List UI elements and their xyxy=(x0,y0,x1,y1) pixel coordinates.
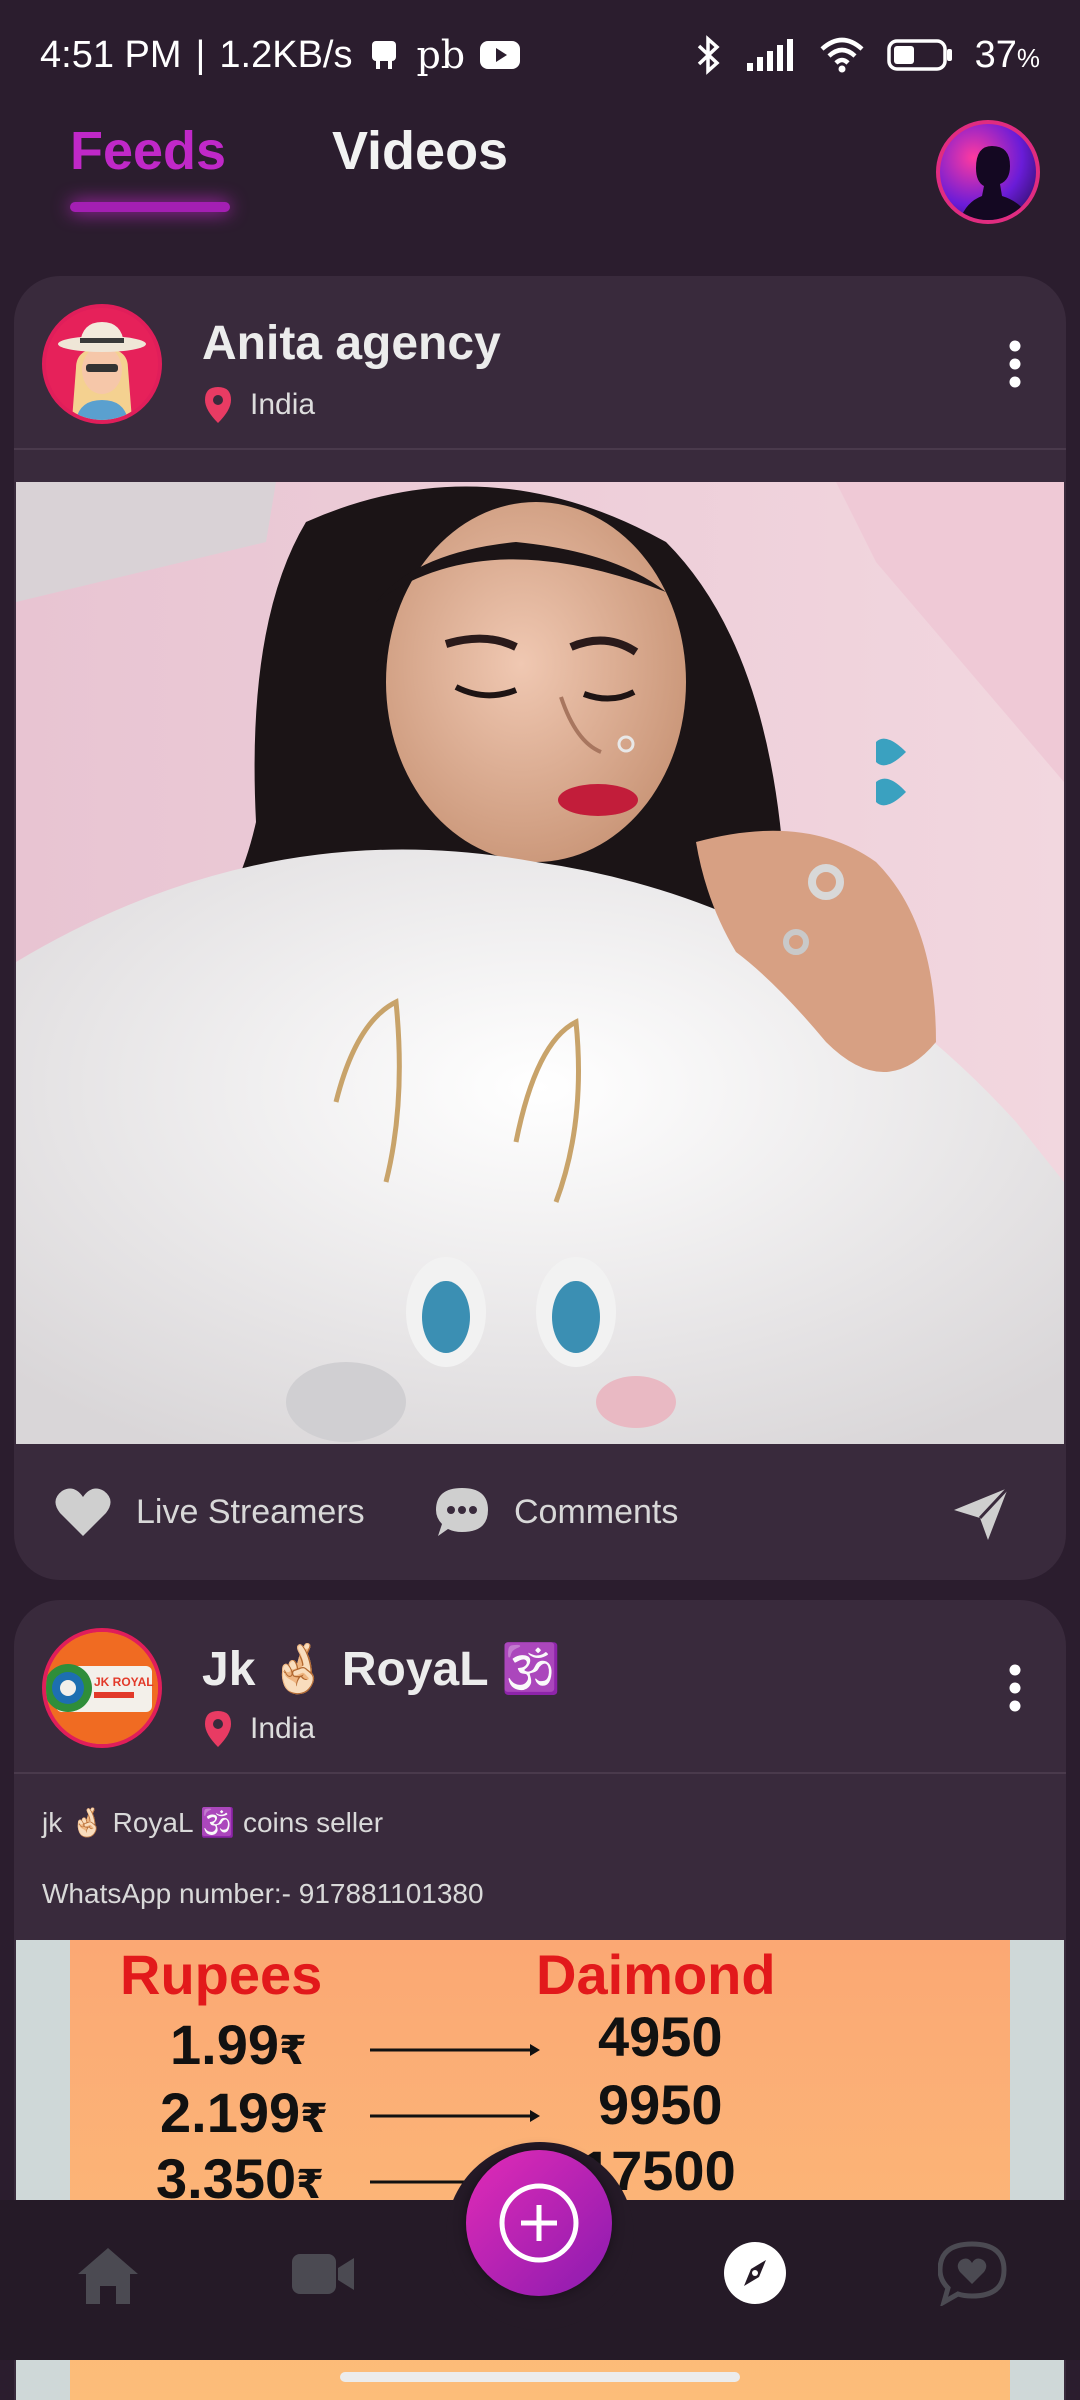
location-pin-icon xyxy=(205,1711,231,1747)
share-send-icon[interactable] xyxy=(952,1486,1010,1542)
promo-header-rupees: Rupees xyxy=(120,1943,323,2006)
post-header: JK ROYAL Jk 🤞🏻 RoyaL 🕉️ India xyxy=(14,1600,1066,1774)
post-photo-illustration xyxy=(16,482,1064,1444)
tab-videos[interactable]: Videos xyxy=(332,120,508,182)
location-pin-icon xyxy=(205,387,231,423)
like-label: Live Streamers xyxy=(136,1492,365,1531)
arrow-right-icon xyxy=(370,2044,540,2056)
status-time: 4:51 PM xyxy=(40,33,182,76)
home-icon[interactable] xyxy=(76,2246,140,2306)
promo-rupees-value: 1.99₹ xyxy=(170,2013,307,2076)
tab-feeds[interactable]: Feeds xyxy=(70,120,230,212)
status-pb: pb xyxy=(416,33,466,77)
post-location: India xyxy=(204,1710,315,1748)
promo-diamond-value: 9950 xyxy=(598,2073,723,2136)
notification-icon xyxy=(372,41,397,69)
status-separator: | xyxy=(195,33,206,76)
youtube-icon xyxy=(480,41,521,69)
comments-label: Comments xyxy=(514,1492,679,1531)
promo-rupees-value: 2.199₹ xyxy=(160,2081,328,2144)
location-label: India xyxy=(250,1712,316,1745)
create-post-button[interactable] xyxy=(466,2150,612,2296)
like-button[interactable]: Live Streamers xyxy=(54,1486,365,1538)
avatar-logo-illustration: JK ROYAL xyxy=(46,1632,158,1744)
author-name[interactable]: Jk 🤞🏻 RoyaL 🕉️ xyxy=(202,1640,561,1697)
promo-header-diamond: Daimond xyxy=(536,1943,776,2006)
author-name[interactable]: Anita agency xyxy=(202,316,501,371)
post-card: Anita agency India Live Streamers Commen… xyxy=(14,276,1066,1580)
tab-feeds-label: Feeds xyxy=(70,121,227,181)
author-avatar[interactable] xyxy=(42,304,162,424)
tab-videos-label: Videos xyxy=(332,121,509,181)
status-speed: 1.2KB/s xyxy=(219,33,353,76)
explore-icon[interactable] xyxy=(722,2240,788,2306)
battery-level: 37% xyxy=(974,33,1040,76)
post-description-line: WhatsApp number:- 917881101380 xyxy=(42,1878,484,1909)
author-avatar[interactable]: JK ROYAL xyxy=(42,1628,162,1748)
battery-icon xyxy=(886,39,952,71)
post-location: India xyxy=(204,386,315,424)
comment-icon xyxy=(436,1488,488,1536)
home-indicator[interactable] xyxy=(340,2372,740,2382)
location-label: India xyxy=(250,388,316,421)
post-description-line: jk 🤞🏻 RoyaL 🕉️ coins seller xyxy=(42,1807,384,1838)
video-icon[interactable] xyxy=(290,2246,356,2302)
profile-silhouette-icon xyxy=(960,146,1030,220)
tab-active-indicator xyxy=(70,202,230,212)
heart-icon xyxy=(55,1488,111,1536)
add-icon xyxy=(499,2183,579,2263)
status-bar: 4:51 PM | 1.2KB/s pb 37% xyxy=(0,0,1080,110)
bluetooth-icon xyxy=(697,35,720,75)
avatar-illustration xyxy=(46,308,158,420)
top-bar: Feeds Videos xyxy=(0,110,1080,260)
chat-heart-icon[interactable] xyxy=(938,2240,1008,2306)
arrow-right-icon xyxy=(370,2110,540,2122)
comments-button[interactable]: Comments xyxy=(434,1486,678,1538)
promo-diamond-value: 4950 xyxy=(598,2005,723,2068)
wifi-icon xyxy=(820,37,864,73)
more-options-icon[interactable] xyxy=(1008,340,1022,388)
post-image[interactable] xyxy=(16,482,1064,1444)
svg-text:JK ROYAL: JK ROYAL xyxy=(94,1675,154,1689)
post-header: Anita agency India xyxy=(14,276,1066,450)
profile-avatar[interactable] xyxy=(936,120,1040,224)
post-actions: Live Streamers Comments xyxy=(14,1444,1066,1580)
more-options-icon[interactable] xyxy=(1008,1664,1022,1712)
signal-icon xyxy=(746,39,793,71)
